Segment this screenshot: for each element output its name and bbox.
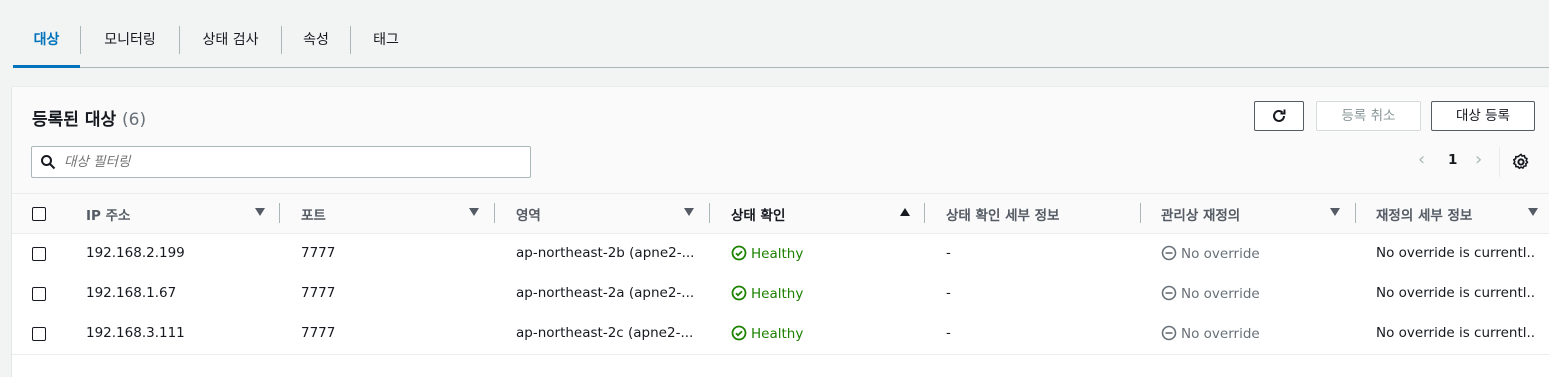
select-all-checkbox[interactable] bbox=[32, 207, 46, 221]
override-status: No override bbox=[1181, 246, 1260, 262]
override-status: No override bbox=[1181, 326, 1260, 342]
override-detail-cell: No override is currentl... bbox=[1376, 325, 1536, 341]
gear-icon[interactable] bbox=[1512, 153, 1530, 171]
zone-cell: ap-northeast-2a (apne2-... bbox=[516, 285, 695, 301]
column-header-health[interactable]: 상태 확인 bbox=[731, 204, 785, 224]
minus-circle-icon bbox=[1161, 285, 1177, 301]
row-checkbox[interactable] bbox=[32, 287, 46, 301]
sort-ascending-icon[interactable] bbox=[900, 208, 910, 216]
tabs-baseline bbox=[13, 67, 1549, 68]
column-header-zone[interactable]: 영역 bbox=[516, 204, 541, 224]
override-detail-cell: No override is currentl... bbox=[1376, 245, 1536, 261]
tab-health-checks[interactable]: 상태 검사 bbox=[180, 0, 281, 66]
zone-cell: ap-northeast-2c (apne2-... bbox=[516, 325, 694, 341]
search-icon bbox=[41, 155, 56, 170]
panel-title-text: 등록된 대상 bbox=[32, 110, 117, 130]
table-header: IP 주소 포트 영역 상태 확인 상태 확인 세부 정보 관리상 재정의 재정… bbox=[12, 194, 1549, 234]
ip-cell: 192.168.1.67 bbox=[86, 285, 177, 301]
current-page[interactable]: 1 bbox=[1448, 152, 1457, 168]
minus-circle-icon bbox=[1161, 325, 1177, 341]
column-header-health-detail[interactable]: 상태 확인 세부 정보 bbox=[946, 204, 1059, 224]
override-cell: No override bbox=[1161, 285, 1260, 302]
ip-cell: 192.168.3.111 bbox=[86, 325, 185, 341]
health-status: Healthy bbox=[751, 246, 804, 262]
target-filter[interactable] bbox=[31, 146, 531, 178]
health-cell: Healthy bbox=[731, 285, 803, 302]
check-circle-icon bbox=[731, 285, 747, 301]
sort-icon[interactable] bbox=[684, 208, 694, 216]
row-checkbox[interactable] bbox=[32, 247, 46, 261]
active-tab-indicator bbox=[13, 65, 80, 68]
column-divider[interactable] bbox=[279, 203, 280, 223]
health-status: Healthy bbox=[751, 286, 804, 302]
column-divider[interactable] bbox=[1355, 203, 1356, 223]
port-cell: 7777 bbox=[301, 325, 336, 341]
table-row[interactable]: 192.168.1.67 7777 ap-northeast-2a (apne2… bbox=[12, 274, 1549, 315]
tab-monitoring[interactable]: 모니터링 bbox=[81, 0, 179, 66]
panel-title: 등록된 대상 (6) bbox=[32, 105, 146, 130]
column-divider[interactable] bbox=[1140, 203, 1141, 223]
pagination-divider bbox=[1499, 147, 1500, 177]
zone-cell: ap-northeast-2b (apne2-... bbox=[516, 245, 695, 261]
override-detail-cell: No override is currentl... bbox=[1376, 285, 1536, 301]
sort-icon[interactable] bbox=[1330, 208, 1340, 216]
column-header-override[interactable]: 관리상 재정의 bbox=[1161, 204, 1240, 224]
check-circle-icon bbox=[731, 245, 747, 261]
port-cell: 7777 bbox=[301, 285, 336, 301]
registered-targets-panel: 등록된 대상 (6) 등록 취소 대상 등록 ‹ 1 › bbox=[12, 86, 1549, 377]
panel-header: 등록된 대상 (6) 등록 취소 대상 등록 ‹ 1 › bbox=[12, 87, 1549, 194]
health-detail-cell: - bbox=[946, 325, 951, 341]
column-header-override-detail[interactable]: 재정의 세부 정보 bbox=[1376, 204, 1472, 224]
tab-bar: 대상 모니터링 상태 검사 속성 태그 bbox=[0, 0, 1549, 68]
minus-circle-icon bbox=[1161, 245, 1177, 261]
column-divider[interactable] bbox=[494, 203, 495, 223]
column-header-port[interactable]: 포트 bbox=[301, 204, 326, 224]
health-detail-cell: - bbox=[946, 285, 951, 301]
tab-attributes[interactable]: 속성 bbox=[282, 0, 350, 66]
column-divider[interactable] bbox=[709, 203, 710, 223]
column-divider[interactable] bbox=[924, 203, 925, 223]
ip-cell: 192.168.2.199 bbox=[86, 245, 185, 261]
refresh-icon bbox=[1273, 109, 1286, 122]
sort-icon[interactable] bbox=[1528, 208, 1538, 216]
sort-icon[interactable] bbox=[255, 208, 265, 216]
row-checkbox[interactable] bbox=[32, 327, 46, 341]
override-status: No override bbox=[1181, 286, 1260, 302]
override-cell: No override bbox=[1161, 245, 1260, 262]
health-status: Healthy bbox=[751, 326, 804, 342]
table-row[interactable]: 192.168.2.199 7777 ap-northeast-2b (apne… bbox=[12, 234, 1549, 275]
port-cell: 7777 bbox=[301, 245, 336, 261]
column-header-ip[interactable]: IP 주소 bbox=[86, 204, 130, 224]
tab-targets[interactable]: 대상 bbox=[13, 0, 80, 66]
check-circle-icon bbox=[731, 325, 747, 341]
register-targets-button[interactable]: 대상 등록 bbox=[1431, 101, 1535, 131]
search-input[interactable] bbox=[64, 152, 514, 172]
refresh-button[interactable] bbox=[1254, 101, 1304, 131]
deregister-button[interactable]: 등록 취소 bbox=[1316, 101, 1421, 131]
tab-tags[interactable]: 태그 bbox=[351, 0, 421, 66]
next-page-button[interactable]: › bbox=[1475, 149, 1482, 170]
target-count: (6) bbox=[122, 110, 147, 130]
sort-icon[interactable] bbox=[469, 208, 479, 216]
health-cell: Healthy bbox=[731, 325, 803, 342]
override-cell: No override bbox=[1161, 325, 1260, 342]
health-cell: Healthy bbox=[731, 245, 803, 262]
health-detail-cell: - bbox=[946, 245, 951, 261]
prev-page-button[interactable]: ‹ bbox=[1418, 149, 1425, 170]
